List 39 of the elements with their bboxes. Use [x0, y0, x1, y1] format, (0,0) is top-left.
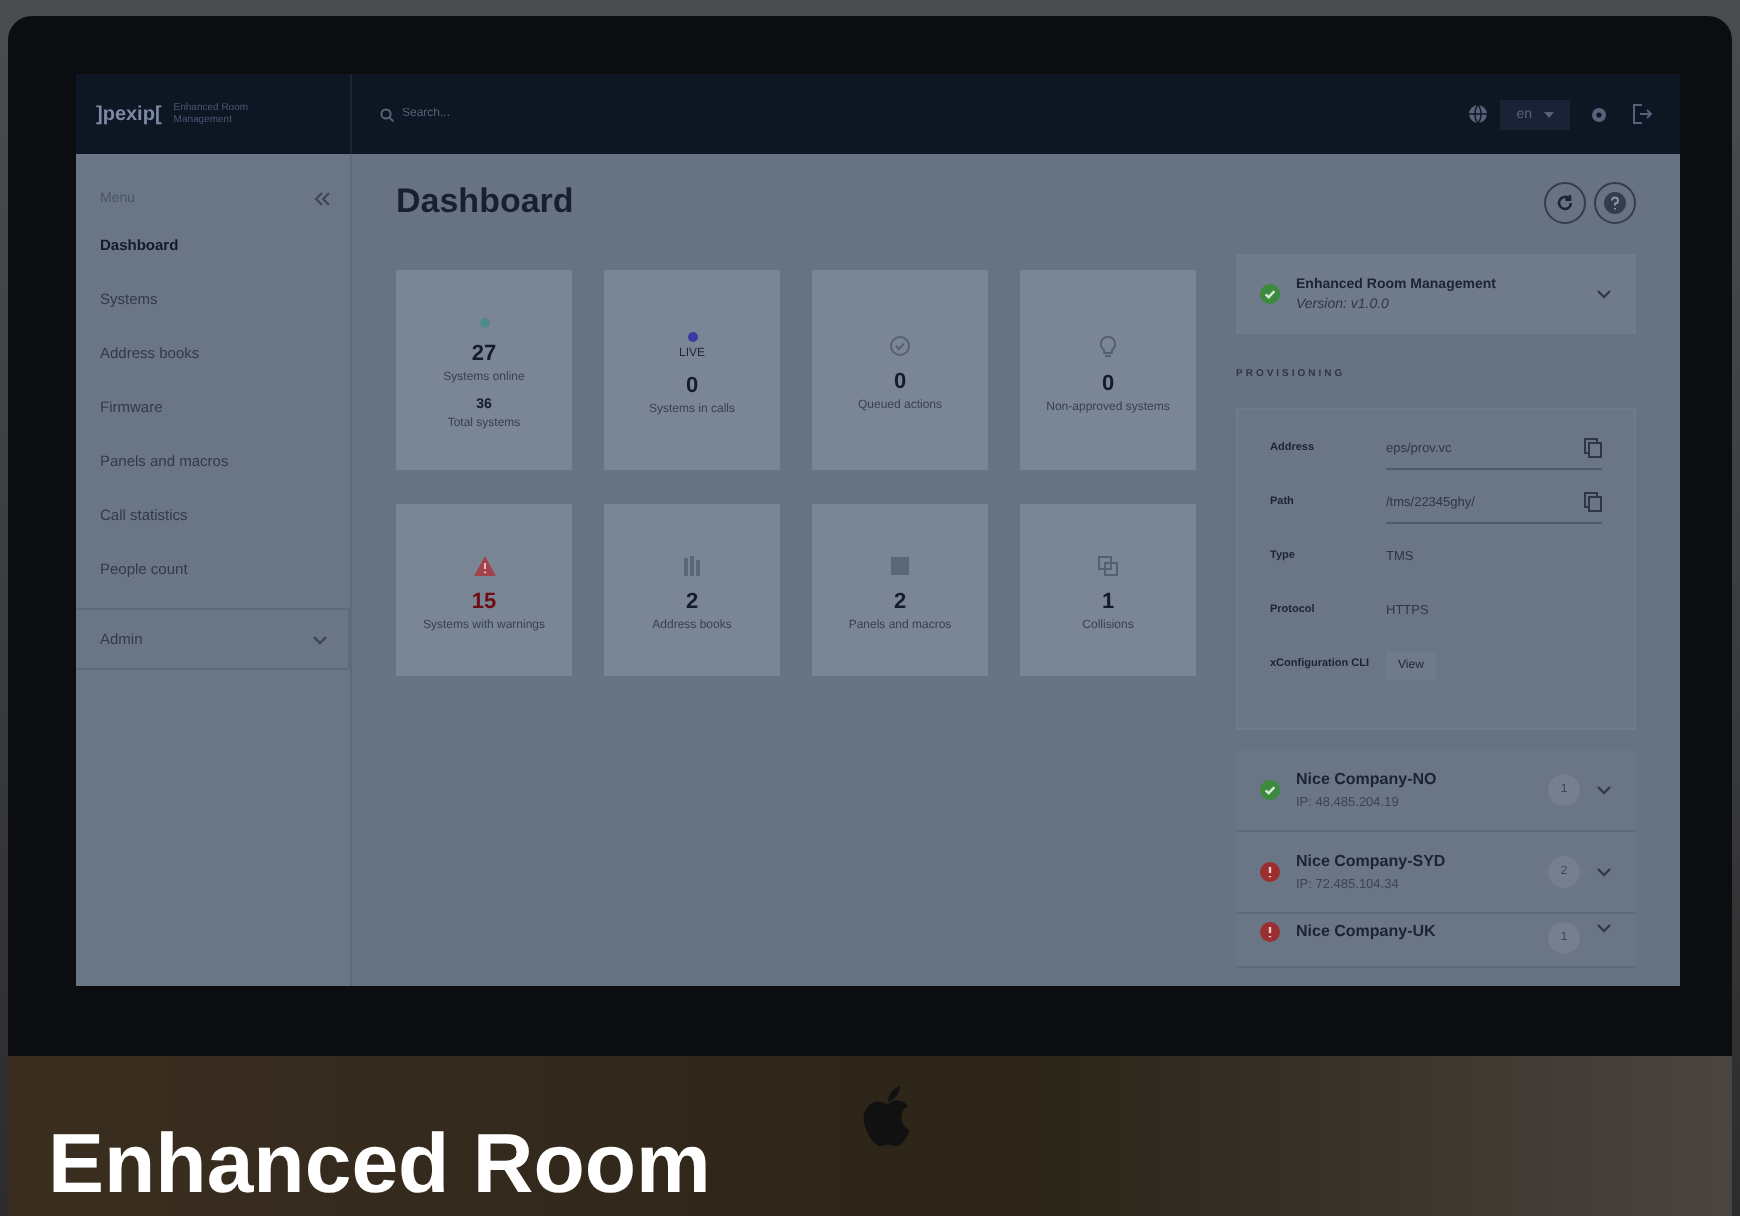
settings-icon[interactable] [1590, 105, 1608, 123]
headline: Enhanced Room [48, 1119, 711, 1208]
search-icon [380, 107, 394, 121]
stat-value: 0 [893, 370, 907, 394]
books-icon [682, 556, 702, 576]
page-title: Dashboard [396, 182, 576, 224]
help-icon [1604, 192, 1626, 214]
site-name: Nice Company-SYD [1296, 852, 1448, 870]
chevron-down-icon[interactable] [1596, 922, 1612, 934]
stat-value: 15 [471, 590, 497, 614]
stat-value: 0 [685, 374, 699, 398]
warning-icon [473, 556, 495, 576]
chevron-down-icon[interactable] [1596, 288, 1612, 300]
site-name: Nice Company-NO [1296, 770, 1439, 788]
copy-icon[interactable] [1584, 438, 1602, 458]
chevron-down-icon[interactable] [1596, 866, 1612, 878]
status-dot-icon [687, 332, 697, 342]
chevron-icon [312, 633, 328, 645]
logo-text: ]pexip[ [96, 103, 162, 125]
help-button[interactable] [1594, 182, 1636, 224]
caret-icon [1544, 111, 1554, 117]
stat-value: 0 [1101, 371, 1115, 395]
stat-value: 1 [1101, 590, 1115, 614]
refresh-icon [1556, 194, 1574, 212]
chevron-down-icon[interactable] [1596, 784, 1612, 796]
stat-value: 2 [685, 590, 699, 614]
logout-icon[interactable] [1632, 104, 1652, 124]
site-name: Nice Company-UK [1296, 922, 1438, 940]
stat-value: 27 [471, 342, 497, 366]
panel-icon [890, 556, 910, 576]
overlap-icon [1098, 556, 1118, 576]
status-dot-icon [479, 318, 489, 328]
copy-icon[interactable] [1584, 492, 1602, 512]
stat-value: 2 [893, 590, 907, 614]
collapse-icon[interactable] [314, 191, 330, 205]
check-circle-icon [890, 336, 910, 356]
globe-icon[interactable] [1468, 104, 1489, 124]
refresh-button[interactable] [1544, 182, 1586, 224]
lightbulb-icon [1100, 335, 1116, 357]
